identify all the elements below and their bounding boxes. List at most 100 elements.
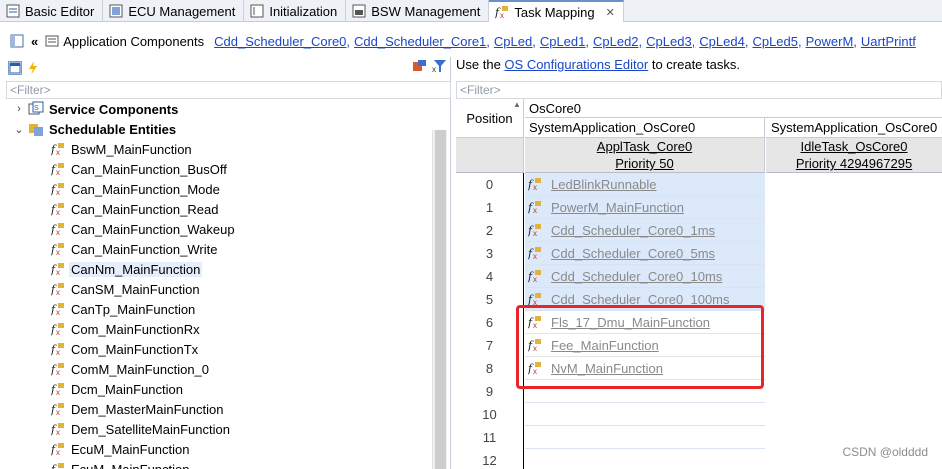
mapping-cell[interactable]: f x Cdd_Scheduler_Core0_5ms	[525, 242, 765, 265]
tab-basic-editor[interactable]: Basic Editor	[0, 0, 104, 22]
chevron-down-icon[interactable]: ⌄	[14, 123, 24, 136]
tree-item[interactable]: f x CanSM_MainFunction	[0, 279, 430, 299]
function-icon: fx	[50, 201, 66, 217]
function-icon: fx	[527, 268, 543, 284]
table-row[interactable]: 10	[456, 403, 942, 426]
breadcrumb-link[interactable]: UartPrintf	[861, 34, 916, 49]
tree-item[interactable]: › S Service Components	[0, 99, 430, 119]
tree-item-label: CanNm_MainFunction	[69, 261, 203, 277]
tree-scroll-thumb[interactable]	[435, 130, 446, 469]
tree-item[interactable]: f x Can_MainFunction_Wakeup	[0, 219, 430, 239]
tree-item[interactable]: f x Can_MainFunction_Read	[0, 199, 430, 219]
function-icon: fx	[50, 281, 66, 297]
mapping-cell[interactable]: f x PowerM_MainFunction	[525, 196, 765, 219]
runnable-link[interactable]: PowerM_MainFunction	[551, 200, 684, 215]
function-icon: fx	[50, 221, 66, 237]
tree-item[interactable]: f x Can_MainFunction_Mode	[0, 179, 430, 199]
tree-item[interactable]: f x Com_MainFunctionTx	[0, 339, 430, 359]
table-row[interactable]: 4 f x Cdd_Scheduler_Core0_10ms	[456, 265, 942, 288]
tree-item[interactable]: f x Dem_SatelliteMainFunction	[0, 419, 430, 439]
breadcrumb-link[interactable]: CpLed,	[494, 34, 536, 49]
svg-text:x: x	[56, 148, 60, 156]
mapping-cell[interactable]: f x Cdd_Scheduler_Core0_1ms	[525, 219, 765, 242]
function-icon: fx	[50, 461, 66, 469]
tree-item-label: Can_MainFunction_BusOff	[71, 161, 227, 177]
svg-text:x: x	[500, 11, 504, 19]
breadcrumb-link[interactable]: Cdd_Scheduler_Core1,	[354, 34, 490, 49]
tree-item[interactable]: f x Can_MainFunction_Write	[0, 239, 430, 259]
tree-item[interactable]: f x CanNm_MainFunction	[0, 259, 430, 279]
tree-item-label: Can_MainFunction_Mode	[71, 181, 220, 197]
position-cell: 3	[456, 242, 524, 265]
window-icon[interactable]	[8, 61, 22, 75]
position-column-header[interactable]: Position ▲	[456, 99, 524, 138]
mapping-cell[interactable]	[525, 449, 765, 469]
tree-item[interactable]: f x Com_MainFunctionRx	[0, 319, 430, 339]
task-name: IdleTask_OsCore0	[800, 139, 908, 154]
tree-scrollbar[interactable]	[432, 130, 447, 469]
breadcrumb-link[interactable]: CpLed2,	[593, 34, 642, 49]
schedulable-entities-panel: x <Filter> › S Service Components ⌄ Schedula…	[0, 57, 451, 469]
basic-editor-icon	[6, 4, 20, 18]
mapping-cell[interactable]	[525, 426, 765, 449]
function-icon: fx	[50, 261, 66, 277]
tree-item[interactable]: fx EcuM_MainFunction	[0, 459, 430, 469]
breadcrumb-collapse-icon[interactable]: «	[31, 34, 38, 49]
breadcrumb-link[interactable]: CpLed3,	[646, 34, 695, 49]
breadcrumb-link[interactable]: CpLed1,	[540, 34, 589, 49]
tree-item[interactable]: ⌄ Schedulable Entities	[0, 119, 430, 139]
tree-item[interactable]: f x ComM_MainFunction_0	[0, 359, 430, 379]
mapping-cell[interactable]: f x Cdd_Scheduler_Core0_10ms	[525, 265, 765, 288]
breadcrumb-link[interactable]: Cdd_Scheduler_Core0,	[214, 34, 350, 49]
sort-up-icon: ▲	[513, 100, 521, 109]
function-icon: fx	[50, 421, 66, 437]
tree-item[interactable]: f x Dcm_MainFunction	[0, 379, 430, 399]
position-cell: 5	[456, 288, 524, 311]
task-mapping-grid: Position ▲ OsCore0 SystemApplication_OsCo…	[456, 99, 942, 469]
position-header-label: Position	[466, 110, 513, 126]
tree-item[interactable]: f x BswM_MainFunction	[0, 139, 430, 159]
breadcrumb-link[interactable]: CpLed5,	[752, 34, 801, 49]
svg-text:x: x	[432, 65, 436, 73]
runnable-link[interactable]: Cdd_Scheduler_Core0_5ms	[551, 246, 715, 261]
lightning-icon[interactable]	[26, 61, 40, 75]
os-configurations-editor-link[interactable]: OS Configurations Editor	[504, 57, 648, 72]
position-cell: 4	[456, 265, 524, 288]
mapping-cell[interactable]	[525, 403, 765, 426]
tree-item[interactable]: f x CanTp_MainFunction	[0, 299, 430, 319]
table-row[interactable]: 3 f x Cdd_Scheduler_Core0_5ms	[456, 242, 942, 265]
tree-item-label: Service Components	[49, 101, 179, 117]
tree-item[interactable]: f x Can_MainFunction_BusOff	[0, 159, 430, 179]
mapping-cell[interactable]: f x LedBlinkRunnable	[525, 173, 765, 196]
runnable-link[interactable]: LedBlinkRunnable	[551, 177, 657, 192]
tab-task-mapping[interactable]: f x Task Mapping ✕	[489, 0, 624, 22]
tab-bsw-management[interactable]: BSW Management	[346, 0, 490, 22]
task-header-idletask[interactable]: IdleTask_OsCore0 Priority 4294967295	[766, 138, 942, 173]
tree-item-label: CanSM_MainFunction	[71, 281, 200, 297]
tree-item[interactable]: fx EcuM_MainFunction	[0, 439, 430, 459]
service-components-icon: S	[28, 101, 44, 117]
breadcrumb-root[interactable]: Application Components	[63, 34, 204, 49]
table-row[interactable]: 2 f x Cdd_Scheduler_Core0_1ms	[456, 219, 942, 242]
filter-funnel-icon[interactable]: x	[432, 59, 446, 73]
tab-initialization[interactable]: Initialization	[244, 0, 347, 22]
breadcrumb-link[interactable]: CpLed4,	[699, 34, 748, 49]
info-prefix: Use the	[456, 57, 505, 72]
position-cell: 9	[456, 380, 524, 403]
right-filter-input[interactable]: <Filter>	[456, 81, 942, 99]
position-cell: 0	[456, 173, 524, 196]
breadcrumb-link[interactable]: PowerM,	[806, 34, 857, 49]
chevron-right-icon[interactable]: ›	[14, 103, 24, 115]
left-filter-input[interactable]: <Filter>	[6, 81, 451, 99]
close-icon[interactable]: ✕	[606, 6, 615, 19]
layout-toggle-icon[interactable]	[10, 34, 24, 48]
runnable-link[interactable]: Cdd_Scheduler_Core0_1ms	[551, 223, 715, 238]
runnable-link[interactable]: Cdd_Scheduler_Core0_10ms	[551, 269, 722, 284]
sort-icon[interactable]	[412, 59, 426, 73]
table-row[interactable]: 0 f x LedBlinkRunnable	[456, 173, 942, 196]
tree-item[interactable]: f x Dem_MasterMainFunction	[0, 399, 430, 419]
breadcrumb: « Application Components Cdd_Scheduler_C…	[0, 29, 942, 53]
table-row[interactable]: 1 f x PowerM_MainFunction	[456, 196, 942, 219]
tab-ecu-management[interactable]: ECU Management	[103, 0, 245, 22]
task-header-appltask[interactable]: ApplTask_Core0 Priority 50	[525, 138, 765, 173]
